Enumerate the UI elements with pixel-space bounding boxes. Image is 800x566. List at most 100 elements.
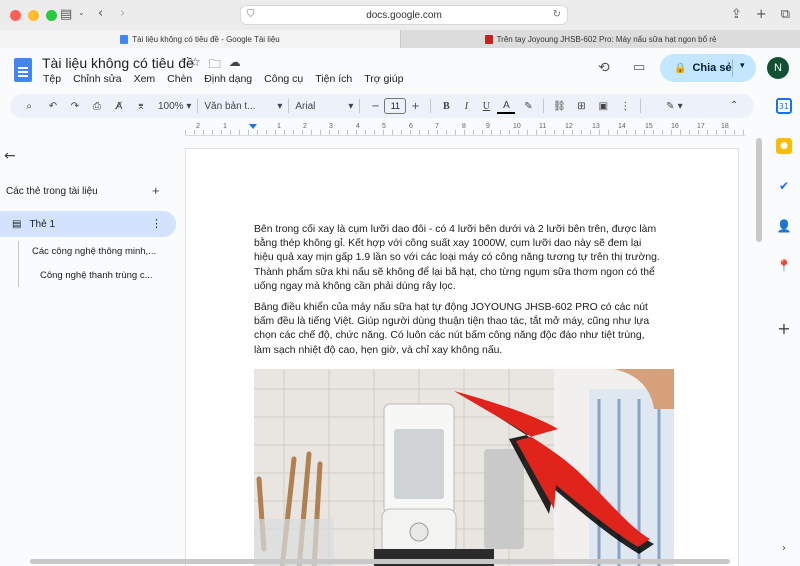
underline-icon[interactable]: U — [477, 96, 495, 116]
minimize-window-button[interactable] — [28, 9, 39, 21]
redo-icon[interactable]: ↷ — [66, 96, 84, 116]
tab-overview-icon[interactable]: ⧉ — [781, 7, 790, 22]
new-tab-icon[interactable]: + — [756, 7, 767, 22]
indent-marker[interactable] — [249, 124, 257, 129]
contacts-icon[interactable]: 👤 — [776, 218, 792, 234]
docs-header: Tài liệu không có tiêu đề ☆ 🗀 ☁ Tệp Chỉn… — [0, 48, 800, 92]
text-line: Bảng điều khiển của máy nấu sữa hạt tự đ… — [254, 302, 648, 313]
style-select[interactable]: Văn bản t... ▾ — [204, 96, 282, 116]
reload-icon[interactable]: ↻ — [553, 9, 561, 20]
text-color-icon[interactable]: A — [497, 98, 516, 114]
paragraph-2[interactable]: Bảng điều khiển của máy nấu sữa hạt tự đ… — [254, 301, 674, 358]
paragraph-1[interactable]: Bên trong cối xay là cụm lưỡi dao đôi - … — [254, 223, 674, 294]
text-line: Thành phẩm sữa khi nấu sẽ không để lại b… — [254, 266, 655, 278]
avatar[interactable]: N — [767, 57, 789, 79]
forward-icon[interactable]: › — [120, 6, 125, 21]
url-text: docs.google.com — [366, 9, 442, 21]
browser-actions: ⇪ + ⧉ — [731, 7, 790, 22]
close-window-button[interactable] — [10, 9, 21, 21]
tab-options-icon[interactable]: ⋮ — [151, 217, 162, 230]
menu-insert[interactable]: Chèn — [167, 73, 192, 85]
horizontal-scrollbar[interactable] — [30, 559, 730, 564]
ruler-number: 12 — [565, 123, 573, 130]
back-arrow-icon[interactable]: ← — [4, 148, 16, 164]
docs-logo-icon[interactable] — [14, 58, 32, 82]
decrease-font-icon[interactable]: − — [366, 96, 384, 116]
bold-icon[interactable]: B — [437, 96, 455, 116]
menu-help[interactable]: Trợ giúp — [364, 73, 403, 85]
window-controls — [10, 9, 57, 21]
paint-format-icon[interactable]: ⌆ — [132, 96, 150, 116]
spellcheck-icon[interactable]: A̸ — [110, 96, 128, 116]
browser-titlebar: ▤ ⌄ ‹ › ⛉ docs.google.com ↻ ⇪ + ⧉ — [0, 0, 800, 30]
menu-tools[interactable]: Công cụ — [264, 73, 303, 85]
share-dropdown-icon[interactable]: ▾ — [740, 61, 745, 71]
sidebar-toggle-icon[interactable]: ▤ — [60, 7, 72, 22]
ruler-number: 2 — [196, 123, 200, 130]
document-tabs-sidebar: ← Các thẻ trong tài liệu + ▤ Thẻ 1 ⋮ Các… — [0, 140, 180, 560]
editing-mode-icon[interactable]: ✎ ▾ — [665, 96, 683, 116]
toolbar-divider — [543, 99, 545, 113]
version-history-icon[interactable]: ⟲ — [598, 60, 610, 76]
outline-heading-item[interactable]: Công nghệ thanh trùng c... — [40, 270, 153, 281]
add-tab-icon[interactable]: + — [152, 183, 160, 198]
share-divider — [732, 59, 733, 77]
font-select[interactable]: Arial ▾ — [295, 96, 353, 116]
outline-heading-item[interactable]: Các công nghệ thông minh,... — [32, 246, 156, 257]
font-size-input[interactable]: 11 — [384, 98, 407, 114]
menu-format[interactable]: Định dạng — [204, 73, 252, 85]
horizontal-ruler: 2 1 1 2 3 4 5 6 7 8 9 10 11 12 13 14 15 … — [185, 122, 745, 136]
insert-image-icon[interactable]: ▣ — [594, 96, 612, 116]
share-label: Chia sẻ — [692, 62, 732, 74]
product-photo[interactable] — [254, 369, 674, 566]
tasks-icon[interactable]: ✔ — [776, 178, 792, 194]
calendar-icon[interactable]: 31 — [776, 98, 792, 114]
keep-icon[interactable]: ● — [776, 138, 792, 154]
menu-extensions[interactable]: Tiện ích — [315, 73, 352, 85]
tab-title: Tài liệu không có tiêu đề - Google Tài l… — [132, 34, 280, 44]
add-comment-icon[interactable]: ⊞ — [572, 96, 590, 116]
ruler-number: 1 — [277, 123, 281, 130]
maximize-window-button[interactable] — [46, 9, 57, 21]
menu-view[interactable]: Xem — [134, 73, 156, 85]
ruler-number: 15 — [645, 123, 653, 130]
document-page[interactable]: Bên trong cối xay là cụm lưỡi dao đôi - … — [185, 148, 739, 566]
increase-font-icon[interactable]: + — [406, 96, 424, 116]
site-favicon-icon — [484, 34, 493, 44]
document-title[interactable]: Tài liệu không có tiêu đề — [42, 55, 194, 71]
zoom-select[interactable]: 100% ▾ — [158, 96, 191, 116]
collapse-menus-icon[interactable]: ⌃ — [730, 100, 738, 111]
style-value: Văn bản t... — [204, 100, 256, 112]
menu-file[interactable]: Tệp — [43, 73, 61, 85]
menu-edit[interactable]: Chỉnh sửa — [73, 73, 121, 85]
italic-icon[interactable]: I — [457, 96, 475, 116]
tab-google-docs[interactable]: Tài liệu không có tiêu đề - Google Tài l… — [0, 30, 400, 48]
print-icon[interactable]: ⎙ — [88, 96, 106, 116]
tab-article[interactable]: Trên tay Joyoung JHSB-602 Pro: Máy nấu s… — [400, 30, 800, 48]
toolbar-divider — [288, 99, 290, 113]
address-bar[interactable]: ⛉ docs.google.com ↻ — [240, 5, 568, 25]
ruler-number: 10 — [513, 123, 521, 130]
vertical-scrollbar[interactable] — [756, 138, 762, 242]
undo-icon[interactable]: ↶ — [44, 96, 62, 116]
ruler-number: 1 — [223, 123, 227, 130]
chevron-down-icon[interactable]: ⌄ — [78, 8, 85, 17]
back-icon[interactable]: ‹ — [98, 6, 103, 21]
ruler-number: 7 — [435, 123, 439, 130]
tab-strip: Tài liệu không có tiêu đề - Google Tài l… — [0, 30, 800, 48]
search-icon[interactable]: ⌕ — [20, 96, 38, 116]
plus-icon[interactable]: + — [776, 319, 792, 338]
ruler-number: 8 — [462, 123, 466, 130]
link-icon[interactable]: ⛓ — [550, 96, 568, 116]
highlight-icon[interactable]: ✎ — [519, 96, 537, 116]
toolbar-divider — [359, 99, 361, 113]
share-button[interactable]: 🔒 Chia sẻ ▾ — [660, 54, 756, 82]
document-tab-item[interactable]: ▤ Thẻ 1 ⋮ — [0, 211, 176, 237]
comments-icon[interactable]: ▭ — [633, 60, 645, 75]
maps-icon[interactable]: 📍 — [776, 258, 792, 274]
show-side-panel-icon[interactable]: › — [776, 540, 792, 556]
share-icon[interactable]: ⇪ — [731, 7, 742, 22]
toolbar-divider — [640, 99, 642, 113]
more-options-icon[interactable]: ⋮ — [616, 96, 634, 116]
tab-title: Trên tay Joyoung JHSB-602 Pro: Máy nấu s… — [496, 34, 717, 44]
